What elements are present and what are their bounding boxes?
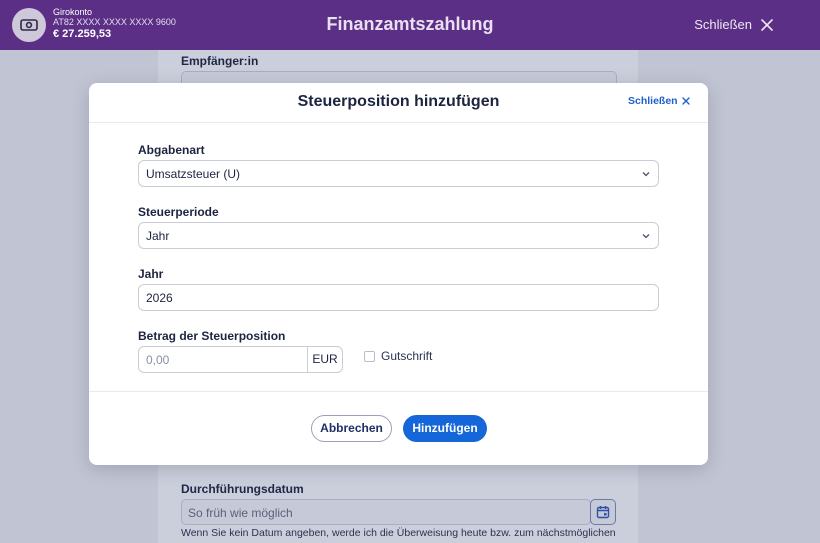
year-label: Jahr [138, 267, 164, 281]
credit-checkbox[interactable] [364, 351, 375, 362]
execution-date-label: Durchführungsdatum [181, 482, 304, 496]
tax-type-value: Umsatzsteuer (U) [146, 167, 241, 181]
calendar-button[interactable] [590, 499, 616, 525]
year-input[interactable]: 2026 [138, 284, 659, 311]
close-icon[interactable] [681, 96, 691, 106]
tax-period-select[interactable]: Jahr [138, 222, 659, 249]
cancel-button[interactable]: Abbrechen [311, 415, 392, 442]
add-tax-position-dialog: Steuerposition hinzufügen Schließen Abga… [89, 83, 708, 465]
execution-date-placeholder: So früh wie möglich [188, 506, 293, 520]
tax-type-select[interactable]: Umsatzsteuer (U) [138, 160, 659, 187]
header-close-button[interactable]: Schließen [694, 17, 752, 32]
amount-currency: EUR [307, 347, 342, 372]
dialog-close-button[interactable]: Schließen [628, 95, 678, 107]
amount-input[interactable]: 0,00 EUR [138, 346, 343, 373]
chevron-down-icon [642, 234, 650, 239]
tax-period-value: Jahr [146, 229, 170, 243]
year-value: 2026 [146, 291, 173, 305]
tax-type-label: Abgabenart [138, 143, 205, 157]
dialog-header: Steuerposition hinzufügen Schließen [89, 83, 708, 123]
credit-label[interactable]: Gutschrift [381, 349, 432, 363]
top-bar: Girokonto AT82 XXXX XXXX XXXX 9600 € 27.… [0, 0, 820, 50]
recipient-label: Empfänger:in [181, 54, 259, 68]
close-icon[interactable] [760, 18, 774, 32]
dialog-divider [89, 391, 708, 392]
chevron-down-icon [642, 172, 650, 177]
execution-date-note: Wenn Sie kein Datum angeben, werde ich d… [181, 527, 616, 539]
calendar-icon [596, 506, 610, 519]
dialog-title: Steuerposition hinzufügen [297, 93, 500, 110]
add-button[interactable]: Hinzufügen [403, 415, 487, 442]
amount-placeholder: 0,00 [146, 353, 170, 367]
tax-period-label: Steuerperiode [138, 205, 219, 219]
amount-label: Betrag der Steuerposition [138, 329, 286, 343]
